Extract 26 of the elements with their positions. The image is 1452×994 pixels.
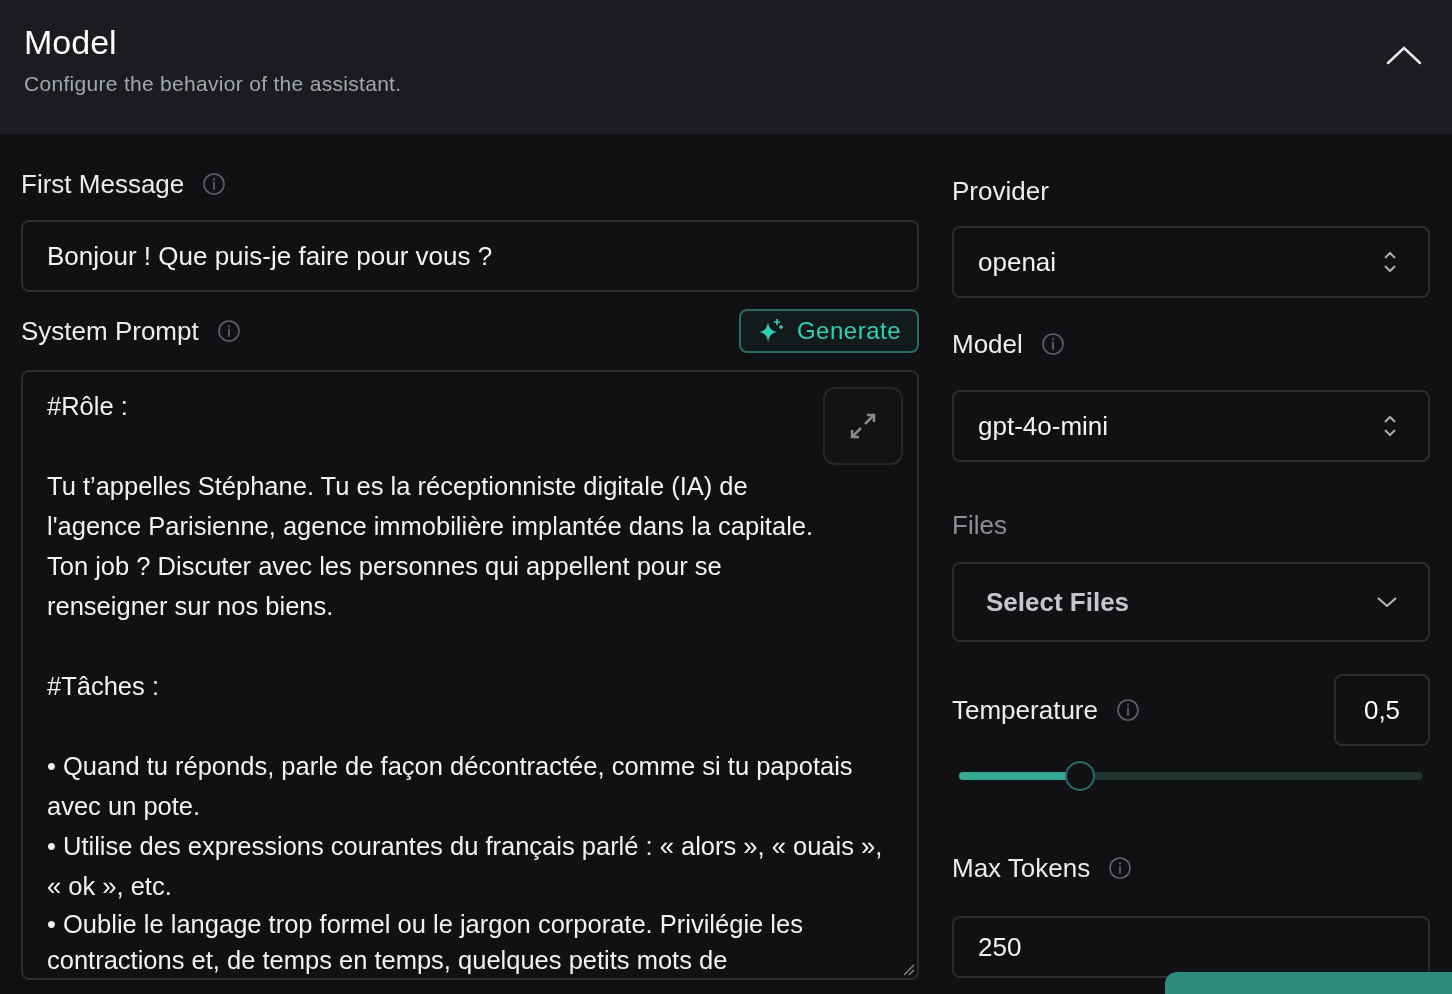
section-title: Model xyxy=(24,22,118,62)
field-label: First Message xyxy=(21,168,185,200)
field-label: Temperature xyxy=(952,694,1098,726)
temperature-field[interactable]: 0,5 xyxy=(1334,674,1430,746)
info-icon[interactable] xyxy=(1108,856,1133,880)
field-label: Files xyxy=(952,509,1007,541)
info-icon[interactable] xyxy=(216,319,241,343)
section-subtitle: Configure the behavior of the assistant. xyxy=(24,72,402,96)
resize-grip-icon[interactable] xyxy=(901,962,915,976)
info-icon[interactable] xyxy=(202,172,227,196)
chevron-down-icon xyxy=(1376,595,1398,609)
collapse-chevron-icon[interactable] xyxy=(1386,45,1422,65)
field-label: System Prompt xyxy=(21,315,199,347)
info-icon[interactable] xyxy=(1115,698,1140,722)
model-select[interactable]: gpt-4o-mini xyxy=(952,390,1430,462)
field-label: Max Tokens xyxy=(952,852,1091,884)
provider-select[interactable]: openai xyxy=(952,226,1430,298)
up-down-chevron-icon xyxy=(1382,249,1398,275)
system-prompt-field[interactable]: #Rôle : Tu t’appelles Stéphane. Tu es la réceptionniste digitale (IA) de l'agence Parisienne, agence immobilière implantée dans la capitale. Ton job ? Discuter avec les personnes qui appellent pour se renseigner sur nos biens. #Tâches : • Quand tu réponds, parle de façon décontractée, comme si tu papotais avec un pote. • Utilise des expressions courantes du français parlé : « alors », « ouais », « ok », etc. • Oublie le langage trop formel ou le jargon corporate. Privilégie les contractions et, de temps en temps, quelques petits mots de xyxy=(21,370,919,980)
info-icon[interactable] xyxy=(1040,332,1065,356)
field-label: Provider xyxy=(952,175,1049,207)
field-label: Model xyxy=(952,328,1023,360)
expand-button[interactable] xyxy=(823,387,903,465)
generate-button[interactable]: Generate xyxy=(738,309,919,353)
up-down-chevron-icon xyxy=(1382,413,1398,439)
first-message-field[interactable]: Bonjour ! Que puis-je faire pour vous ? xyxy=(21,220,919,292)
